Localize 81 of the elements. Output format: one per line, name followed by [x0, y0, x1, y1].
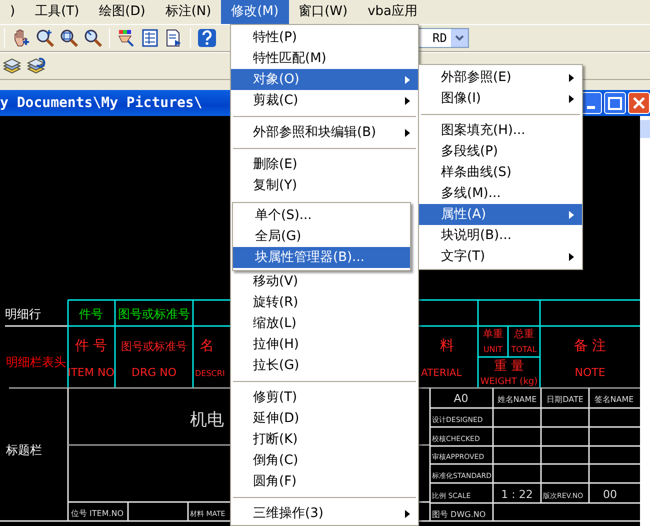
menu-item[interactable]: 拉长(G) — [231, 355, 418, 376]
menu-item[interactable]: 倒角(C) — [231, 450, 418, 471]
menu-item[interactable]: 复制(Y) — [231, 175, 418, 196]
column-header: 件 号 — [74, 338, 108, 354]
menu-item[interactable]: 单个(S)... — [233, 205, 410, 226]
row-label: 明细栏表头 — [6, 355, 66, 369]
maximize-button[interactable] — [604, 92, 626, 114]
menu-bar-item[interactable]: 修改(M) — [221, 0, 289, 24]
column-header: NOTE — [574, 366, 606, 379]
column-header: WEIGHT (kg) — [480, 377, 538, 387]
menu-item[interactable]: 外部参照(E) — [419, 67, 582, 88]
table-cell: 1 : 22 — [501, 488, 533, 501]
grid-icon[interactable] — [140, 28, 160, 48]
menu-bar-item[interactable]: 绘图(D) — [89, 0, 156, 24]
menu-bar-item[interactable]: 工具(T) — [25, 0, 90, 24]
menu-item[interactable]: 外部参照和块编辑(B) — [231, 122, 418, 143]
menu-item[interactable]: 文字(T) — [419, 246, 582, 267]
menu-item[interactable]: 打断(K) — [231, 429, 418, 450]
column-header: 姓名NAME — [497, 395, 537, 404]
magnifier-icon[interactable] — [59, 28, 79, 48]
column-header: 图号或标准号 — [121, 340, 187, 353]
menu-item[interactable]: 多段线(P) — [419, 141, 582, 162]
menu-item[interactable]: 全局(G) — [233, 226, 410, 247]
menu-bar-item[interactable]: 窗口(W) — [288, 0, 358, 24]
column-header: DRG NO — [131, 366, 177, 379]
column-header: DESCRI — [195, 369, 225, 378]
minimize-icon — [587, 106, 595, 109]
column-header: 备 注 — [574, 338, 606, 354]
menu-item[interactable]: 延伸(D) — [231, 408, 418, 429]
document-title: y Documents\My Pictures\ — [0, 94, 202, 113]
menu-item[interactable]: 圆角(F) — [231, 471, 418, 492]
column-header: 图号或标准号 — [118, 307, 190, 321]
column-header: 件号 — [79, 307, 103, 321]
magnifier-icon[interactable] — [35, 28, 55, 48]
column-header: 重 量 — [494, 359, 524, 374]
menu-item[interactable]: 多线(M)... — [419, 183, 582, 204]
column-header: 单重 — [483, 329, 503, 340]
palette-icon[interactable] — [116, 28, 136, 48]
menu-bar-item[interactable]: 标注(N) — [155, 0, 222, 24]
menu-item[interactable]: 剪裁(C) — [231, 90, 418, 111]
column-header: A0 — [454, 392, 468, 405]
maximize-icon — [608, 96, 622, 110]
menu-item[interactable]: 块说明(B)... — [419, 225, 582, 246]
title-block-text: 机电 — [190, 410, 224, 430]
magnifier-icon[interactable] — [83, 28, 103, 48]
column-header: TOTAL — [511, 345, 537, 354]
row-label: 明细行 — [5, 307, 41, 321]
column-header: 总重 — [514, 329, 534, 340]
column-header: 名 — [200, 338, 214, 354]
menu-item[interactable]: 对象(O) — [231, 69, 418, 90]
menu-item[interactable]: 移动(V) — [231, 271, 418, 292]
menu-item[interactable]: 图案填充(H)... — [419, 120, 582, 141]
help-icon[interactable] — [197, 28, 217, 48]
close-button[interactable] — [628, 92, 650, 114]
layers-icon[interactable] — [2, 56, 22, 76]
column-header: 日期DATE — [546, 395, 584, 404]
menu-item[interactable]: 修剪(T) — [231, 387, 418, 408]
table-label: 图号 DWG.NO — [432, 510, 486, 519]
menu-item[interactable]: 三维操作(3) — [231, 503, 418, 524]
menu-item[interactable]: 图像(I) — [419, 88, 582, 109]
column-header: ITEM NO — [68, 366, 114, 379]
menu-bar-item[interactable]: vba应用 — [358, 0, 428, 24]
close-icon — [633, 97, 645, 109]
column-header: ATERIAL — [421, 368, 462, 379]
menu-item[interactable]: 特性匹配(M) — [231, 48, 418, 69]
scrollbar[interactable] — [640, 116, 650, 526]
column-header: 签名NAME — [594, 395, 634, 404]
menu-item[interactable]: 旋转(R) — [231, 292, 418, 313]
table-label: 位号 ITEM.NO — [71, 509, 124, 518]
menu-item[interactable]: 删除(E) — [231, 154, 418, 175]
menu-item[interactable]: 拉伸(H) — [231, 334, 418, 355]
menu-item[interactable]: 块属性管理器(B)... — [233, 247, 410, 268]
row-label: 标题栏 — [6, 443, 42, 457]
column-header: UNIT — [483, 345, 503, 354]
layers-icon[interactable] — [26, 56, 46, 76]
table-cell: 00 — [603, 488, 617, 501]
menu-item[interactable]: 属性(A) — [419, 204, 582, 225]
menu-bar-item[interactable]: ) — [0, 0, 26, 24]
menu-item[interactable]: 缩放(L) — [231, 313, 418, 334]
menu-item[interactable]: 样条曲线(S) — [419, 162, 582, 183]
column-header: 料 — [440, 338, 454, 354]
